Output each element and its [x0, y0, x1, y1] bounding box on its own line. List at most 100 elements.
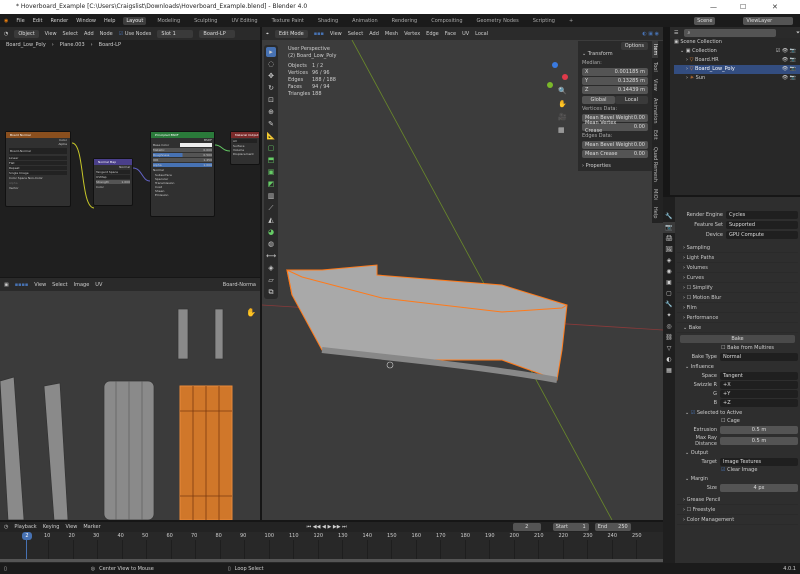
hand-pan-icon[interactable]: ✋ [246, 308, 256, 317]
add-workspace-button[interactable]: + [566, 17, 576, 25]
outliner-item-board-low-poly[interactable]: › ▽ Board_Low_Poly 👁 📷 [674, 65, 800, 74]
section-curves[interactable]: › Curves [677, 273, 798, 283]
image-texture-node[interactable]: Board Normal Color Alpha Board-Normal Li… [5, 131, 71, 207]
tab-quad-remesh[interactable]: Quad Remesh [652, 144, 658, 187]
menu-view[interactable]: View [330, 31, 342, 37]
cage-checkbox[interactable]: ☐ Cage [677, 418, 798, 424]
device-dropdown[interactable]: GPU Compute [726, 231, 798, 239]
material-tab-icon[interactable]: ◐ [663, 354, 675, 365]
image-selector[interactable]: Board-Normal [9, 148, 67, 154]
tab-animation[interactable]: Animation [652, 95, 658, 128]
space-dropdown[interactable]: Tangent [720, 372, 798, 380]
world-tab-icon[interactable]: ◉ [663, 266, 675, 277]
strength-field[interactable]: Strength 1.000 [96, 180, 130, 184]
timeline[interactable]: ◷ Playback Keying View Marker ⏮ ◀◀ ◀ ▶ ▶… [0, 522, 663, 563]
minimize-button[interactable]: — [710, 0, 717, 14]
menu-face[interactable]: Face [445, 31, 456, 37]
bake-button[interactable]: Bake [680, 335, 795, 343]
outliner-item-board-hr[interactable]: › ▽ Board.HR 👁 📷 [674, 56, 800, 65]
rotate-tool-icon[interactable]: ↻ [266, 83, 276, 93]
bake-from-multires-checkbox[interactable]: ☐ Bake from Multires [677, 345, 798, 351]
menu-edit[interactable]: Edit [33, 18, 43, 24]
source-dropdown[interactable]: Single Image [9, 171, 67, 175]
socket-alpha[interactable]: Alpha [6, 142, 70, 146]
section-performance[interactable]: › Performance [677, 313, 798, 323]
menu-playback[interactable]: Playback [14, 524, 36, 530]
bake-type-dropdown[interactable]: Normal [720, 353, 798, 361]
workspace-tab-uv-editing[interactable]: UV Editing [228, 17, 260, 25]
menu-file[interactable]: File [16, 18, 24, 24]
inset-tool-icon[interactable]: ▣ [266, 167, 276, 177]
swizzle-g-dropdown[interactable]: +Y [720, 390, 798, 398]
space-dropdown[interactable]: Tangent Space [96, 170, 130, 174]
editor-type-icon[interactable]: ◷ [4, 524, 8, 530]
section-light-paths[interactable]: › Light Paths [677, 253, 798, 263]
tab-help[interactable]: Help [652, 204, 658, 223]
move-tool-icon[interactable]: ✥ [266, 71, 276, 81]
menu-window[interactable]: Window [76, 18, 96, 24]
texture-tab-icon[interactable]: ▦ [663, 365, 675, 376]
select-box-tool-icon[interactable]: ▸ [266, 47, 276, 57]
image-selector[interactable]: Board-Norma [223, 282, 256, 288]
metallic-field[interactable]: Metallic 0.000 [153, 148, 212, 152]
loop-cut-tool-icon[interactable]: ▥ [266, 191, 276, 201]
collection-tab-icon[interactable]: ▣ [663, 277, 675, 288]
roughness-field[interactable]: Roughness 0.500 [153, 153, 212, 157]
workspace-tab-compositing[interactable]: Compositing [428, 17, 465, 25]
edge-crease-field[interactable]: Mean Crease 0.00 [582, 150, 648, 158]
color-space-dropdown[interactable]: Color Space Non-Color [9, 176, 67, 180]
data-tab-icon[interactable]: ▽ [663, 343, 675, 354]
principled-bsdf-node[interactable]: Principled BSDF BSDF Base Color Metallic… [150, 131, 215, 217]
socket-normal[interactable]: Normal [94, 165, 132, 169]
properties-editor[interactable]: 🔧 📷 🖨 🖼 ◈ ◉ ▣ ▢ 🔧 ✦ ◎ ⛓ ▽ ◐ ▦ Render Engine Cycles Feat… [663, 197, 800, 563]
extrude-tool-icon[interactable]: ⬒ [266, 155, 276, 165]
menu-select[interactable]: Select [52, 282, 67, 288]
outliner-search-input[interactable]: ⌕ [684, 28, 776, 37]
workspace-tab-modeling[interactable]: Modeling [154, 17, 183, 25]
menu-select[interactable]: Select [348, 31, 363, 37]
shrink-fatten-tool-icon[interactable]: ◈ [266, 263, 276, 273]
vertex-crease-field[interactable]: Mean Vertex Crease 0.00 [582, 120, 648, 134]
socket-displacement[interactable]: Displacement [233, 152, 257, 156]
median-y-field[interactable]: Y 0.13285 m [582, 77, 648, 85]
menu-vertex[interactable]: Vertex [404, 31, 420, 37]
menu-uv[interactable]: UV [95, 282, 102, 288]
edge-bevel-weight-field[interactable]: Mean Bevel Weight 0.00 [582, 141, 648, 149]
influence-subpanel[interactable]: ⌄ Influence [677, 364, 798, 370]
workspace-tab-scripting[interactable]: Scripting [530, 17, 558, 25]
start-frame-field[interactable]: Start 1 [552, 523, 589, 531]
transform-tool-icon[interactable]: ⊕ [266, 107, 276, 117]
menu-render[interactable]: Render [50, 18, 68, 24]
section-grease-pencil[interactable]: › Grease Pencil [677, 495, 798, 505]
outliner-scene-collection[interactable]: ▣ Scene Collection [674, 38, 800, 47]
socket-vector[interactable]: Vector [9, 186, 67, 190]
shader-editor[interactable]: ◔ Object View Select Add Node ☑ Use Node… [0, 27, 260, 277]
scene-tab-icon[interactable]: ◈ [663, 255, 675, 266]
options-dropdown[interactable]: Options [620, 42, 648, 50]
render-tab-icon[interactable]: 📷 [663, 222, 675, 233]
global-toggle[interactable]: Global [582, 96, 615, 104]
material-output-node[interactable]: Material Output All Surface Volume Displ… [230, 131, 260, 165]
median-z-field[interactable]: Z 0.14439 m [582, 86, 648, 94]
menu-keying[interactable]: Keying [43, 524, 60, 530]
shear-tool-icon[interactable]: ▱ [266, 275, 276, 285]
socket-bsdf[interactable]: BSDF [151, 138, 214, 142]
bevel-tool-icon[interactable]: ◩ [266, 179, 276, 189]
section-color-management[interactable]: › Color Management [677, 515, 798, 525]
base-color-row[interactable]: Base Color [153, 143, 212, 147]
workspace-tab-texture-paint[interactable]: Texture Paint [269, 17, 307, 25]
section-simplify[interactable]: › ☐ Simplify [677, 283, 798, 293]
output-tab-icon[interactable]: 🖨 [663, 233, 675, 244]
zoom-icon[interactable]: 🔍 [558, 85, 567, 98]
ior-field[interactable]: IOR 1.450 [153, 158, 212, 162]
menu-help[interactable]: Help [104, 18, 115, 24]
workspace-tab-animation[interactable]: Animation [349, 17, 381, 25]
alpha-dropdown[interactable]: Alpha [9, 181, 67, 185]
editor-type-icon[interactable]: ⌖ [266, 31, 269, 37]
outliner-collection[interactable]: ⌄ ▣ Collection ☑ 👁 📷 [674, 47, 800, 56]
tab-edit[interactable]: Edit [652, 127, 658, 145]
properties-panel-header[interactable]: › Properties [582, 163, 648, 169]
interpolation-dropdown[interactable]: Linear [9, 156, 67, 160]
pan-hand-icon[interactable]: ✋ [558, 98, 567, 111]
scale-tool-icon[interactable]: ⊡ [266, 95, 276, 105]
